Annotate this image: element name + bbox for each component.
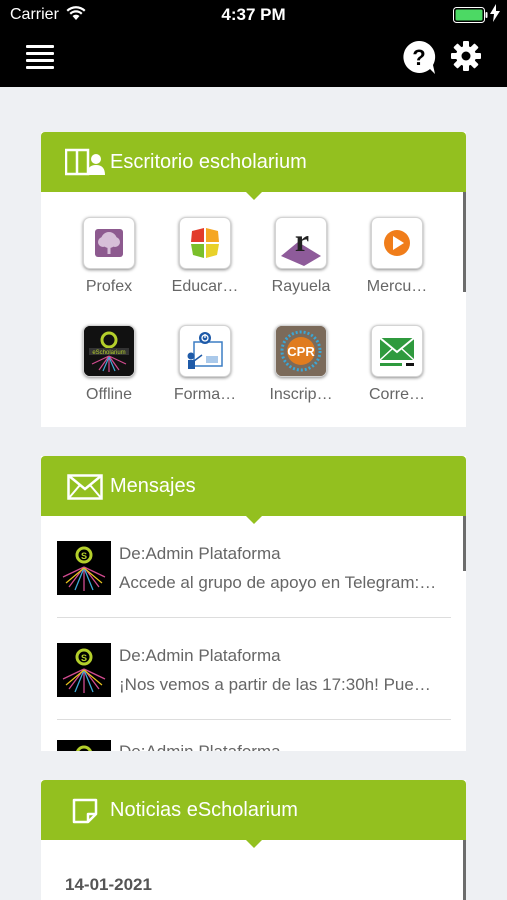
- hamburger-menu-icon[interactable]: [26, 45, 54, 71]
- message-item[interactable]: De:Admin Plataforma: [57, 720, 451, 751]
- gear-icon[interactable]: [450, 40, 482, 72]
- rayuela-r-icon: r: [275, 217, 327, 269]
- app-label: Educar…: [171, 278, 239, 295]
- escritorio-header: Escritorio escholarium: [41, 132, 466, 200]
- mensajes-card: Mensajes S De:Admin Plataforma Accede al…: [41, 456, 466, 751]
- apps-grid: Profex Educar… r Rayuela Mercu… eScholar…: [41, 192, 466, 427]
- escholarium-avatar: S: [57, 541, 111, 595]
- svg-text:S: S: [81, 551, 87, 561]
- user-desk-icon: [64, 148, 105, 181]
- message-list: S De:Admin Plataforma Accede al grupo de…: [41, 516, 466, 751]
- news-list: 14-01-2021: [41, 840, 466, 900]
- profex-tree-icon: [83, 217, 135, 269]
- message-sender: De:Admin Plataforma: [119, 544, 281, 563]
- app-label: Corre…: [368, 386, 425, 403]
- escholarium-avatar: [57, 740, 111, 751]
- app-correo[interactable]: Corre…: [353, 325, 441, 404]
- app-formacion[interactable]: Forma…: [161, 325, 249, 404]
- app-rayuela[interactable]: r Rayuela: [257, 217, 345, 296]
- mensajes-header: Mensajes: [41, 456, 466, 524]
- app-label: Mercu…: [366, 278, 428, 295]
- noticias-header: Noticias eScholarium: [41, 780, 466, 848]
- mercurio-play-icon: [371, 217, 423, 269]
- app-label: Forma…: [173, 386, 237, 403]
- formacion-presentation-icon: [179, 325, 231, 377]
- cpr-badge-text: CPR: [287, 344, 315, 359]
- charging-icon: [490, 4, 500, 25]
- news-date: 14-01-2021: [65, 875, 152, 894]
- app-educarex[interactable]: Educar…: [161, 217, 249, 296]
- noticias-title: Noticias eScholarium: [110, 799, 298, 821]
- app-profex[interactable]: Profex: [65, 217, 153, 296]
- navigation-bar: ?: [0, 30, 507, 87]
- messages-scrollbar[interactable]: [463, 516, 466, 571]
- correo-envelope-icon: [371, 325, 423, 377]
- svg-text:?: ?: [412, 45, 425, 70]
- mensajes-title: Mensajes: [110, 475, 196, 497]
- app-label: Offline: [86, 386, 132, 403]
- svg-text:eScholarium: eScholarium: [92, 350, 125, 356]
- educarex-tiles-icon: [179, 217, 231, 269]
- svg-text:r: r: [295, 222, 309, 258]
- battery-icon: [453, 7, 489, 28]
- message-preview: Accede al grupo de apoyo en Telegram:…: [119, 573, 437, 592]
- escholarium-offline-icon: eScholarium: [83, 325, 135, 377]
- escritorio-card: Escritorio escholarium Profex Educar… r …: [41, 132, 466, 427]
- app-label: Profex: [85, 278, 133, 295]
- message-preview: ¡Nos vemos a partir de las 17:30h! Pue…: [119, 675, 431, 694]
- app-label: Inscrip…: [269, 386, 333, 403]
- svg-text:S: S: [81, 653, 87, 663]
- escholarium-avatar: S: [57, 643, 111, 697]
- message-sender: De:Admin Plataforma: [119, 646, 281, 665]
- noticias-card: Noticias eScholarium 14-01-2021: [41, 780, 466, 900]
- message-item[interactable]: S De:Admin Plataforma Accede al grupo de…: [57, 516, 451, 616]
- envelope-icon: [67, 474, 103, 505]
- app-mercurio[interactable]: Mercu…: [353, 217, 441, 296]
- news-scrollbar[interactable]: [463, 840, 466, 900]
- message-item[interactable]: S De:Admin Plataforma ¡Nos vemos a parti…: [57, 618, 451, 718]
- message-sender: De:Admin Plataforma: [119, 742, 281, 751]
- status-time: 4:37 PM: [221, 5, 286, 24]
- help-bubble-icon[interactable]: ?: [400, 39, 438, 77]
- app-label: Rayuela: [271, 278, 331, 295]
- note-icon: [71, 797, 99, 830]
- cpr-inscripcion-icon: CPR: [275, 325, 327, 377]
- escritorio-title: Escritorio escholarium: [110, 151, 307, 173]
- app-inscripcion[interactable]: CPR Inscrip…: [257, 325, 345, 404]
- app-offline[interactable]: eScholarium Offline: [65, 325, 153, 404]
- apps-scrollbar[interactable]: [463, 192, 466, 292]
- status-bar: Carrier 4:37 PM: [0, 0, 507, 30]
